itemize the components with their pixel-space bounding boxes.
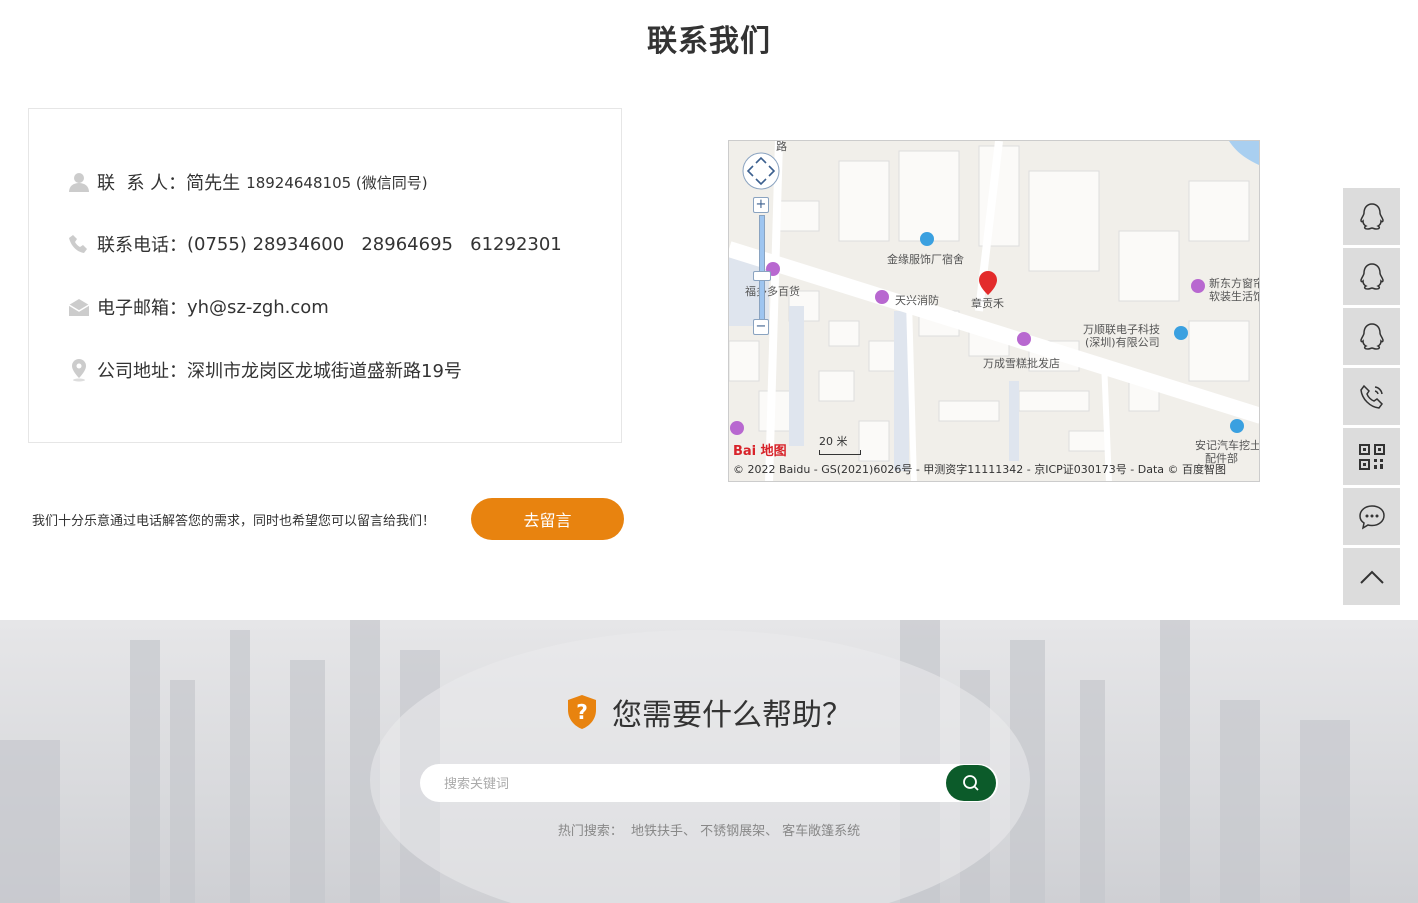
map-scale: 20 米 bbox=[819, 433, 861, 455]
map-label: 软装生活馆 bbox=[1209, 290, 1260, 303]
contact-person-name: 简先生 bbox=[186, 173, 241, 194]
map-label: 金缘服饰厂宿舍 bbox=[887, 253, 964, 266]
map-pan-icon[interactable] bbox=[741, 151, 781, 191]
map-label: 万成雪糕批发店 bbox=[983, 357, 1060, 370]
message-note: 我们十分乐意通过电话解答您的需求，同时也希望您可以留言给我们！ bbox=[32, 514, 436, 529]
qrcode-icon bbox=[1358, 443, 1385, 470]
person-icon bbox=[67, 170, 91, 194]
qq-icon bbox=[1359, 322, 1384, 350]
help-title: ? 您需要什么帮助？ bbox=[0, 690, 1418, 734]
sidebar-qq-button-1[interactable] bbox=[1343, 188, 1400, 245]
mail-icon bbox=[67, 295, 91, 319]
leave-message-button[interactable]: 去留言 bbox=[471, 498, 624, 540]
sidebar-chat-button[interactable] bbox=[1343, 488, 1400, 545]
hot-search-item[interactable]: 客车敞篷系统 bbox=[782, 824, 860, 839]
contact-address-value: 深圳市龙岗区龙城街道盛新路19号 bbox=[187, 361, 462, 382]
sidebar-qq-button-2[interactable] bbox=[1343, 248, 1400, 305]
map-zoom-out-button[interactable]: − bbox=[753, 319, 769, 335]
map-scale-label: 20 米 bbox=[819, 435, 848, 448]
phone-icon bbox=[1359, 384, 1383, 409]
hot-search: 热门搜索： 地铁扶手、 不锈钢展架、 客车敞篷系统 bbox=[0, 820, 1418, 839]
phone-icon bbox=[67, 232, 91, 256]
contact-person-phone: 18924648105 (微信同号) bbox=[246, 173, 428, 192]
location-pin-icon bbox=[67, 358, 91, 382]
contact-person-row: 联 系 人： 简先生 18924648105 (微信同号) bbox=[67, 167, 428, 197]
back-to-top-button[interactable] bbox=[1343, 548, 1400, 605]
contact-email-label: 电子邮箱： bbox=[97, 298, 187, 319]
contact-tel-row: 联系电话： (0755) 28934600 28964695 61292301 bbox=[67, 229, 562, 259]
hot-search-item[interactable]: 地铁扶手、 bbox=[631, 824, 696, 839]
baidu-map[interactable]: 路 金缘服饰厂宿舍 福多多百货 天兴消防 章贡禾 新东方窗帘 软装生活馆 万顺联… bbox=[728, 140, 1260, 482]
contact-tel-label: 联系电话： bbox=[97, 235, 187, 256]
contact-address-row: 公司地址： 深圳市龙岗区龙城街道盛新路19号 bbox=[67, 355, 462, 385]
sidebar-phone-button[interactable] bbox=[1343, 368, 1400, 425]
sidebar-qrcode-button[interactable] bbox=[1343, 428, 1400, 485]
hot-search-item[interactable]: 不锈钢展架、 bbox=[700, 824, 778, 839]
map-zoom-in-button[interactable]: + bbox=[753, 197, 769, 213]
contact-tel-value: (0755) 28934600 28964695 61292301 bbox=[187, 233, 562, 255]
map-zoom-slider[interactable] bbox=[759, 215, 765, 321]
chat-icon bbox=[1358, 504, 1385, 530]
contact-card: 联 系 人： 简先生 18924648105 (微信同号) 联系电话： (075… bbox=[28, 108, 622, 443]
contact-email-value[interactable]: yh@sz-zgh.com bbox=[187, 297, 329, 318]
qq-icon bbox=[1359, 202, 1384, 230]
search-icon bbox=[963, 775, 979, 791]
map-label: 天兴消防 bbox=[895, 294, 939, 307]
map-label: 福多多百货 bbox=[745, 285, 800, 298]
sidebar-qq-button-3[interactable] bbox=[1343, 308, 1400, 365]
arrow-up-icon bbox=[1359, 570, 1384, 584]
map-copyright: © 2022 Baidu - GS(2021)6026号 - 甲测资字11111… bbox=[733, 463, 1227, 476]
contact-person-label: 联 系 人： bbox=[97, 173, 187, 194]
floating-sidebar bbox=[1343, 188, 1400, 608]
svg-text:?: ? bbox=[576, 700, 588, 724]
map-zoom-handle[interactable] bbox=[753, 271, 771, 281]
contact-address-label: 公司地址： bbox=[97, 361, 187, 382]
city-skyline-image bbox=[0, 620, 1350, 903]
shield-question-icon: ? bbox=[566, 694, 598, 730]
map-label: (深圳)有限公司 bbox=[1085, 336, 1160, 349]
qq-icon bbox=[1359, 262, 1384, 290]
search-button[interactable] bbox=[946, 765, 996, 801]
help-section-background bbox=[0, 620, 1418, 903]
search-box bbox=[420, 764, 998, 804]
hot-search-label: 热门搜索： bbox=[557, 824, 623, 839]
search-input[interactable] bbox=[442, 764, 926, 804]
map-tiles bbox=[729, 141, 1259, 481]
map-label: 章贡禾 bbox=[971, 297, 1004, 310]
baidu-map-logo: Bai 地图 bbox=[733, 444, 787, 459]
contact-email-row: 电子邮箱： yh@sz-zgh.com bbox=[67, 292, 329, 322]
help-title-text: 您需要什么帮助？ bbox=[612, 698, 852, 733]
page-title: 联系我们 bbox=[647, 24, 771, 59]
